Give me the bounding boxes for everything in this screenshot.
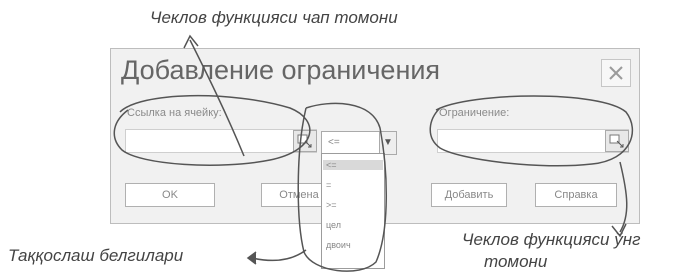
annotation-strokes: [113, 34, 634, 272]
